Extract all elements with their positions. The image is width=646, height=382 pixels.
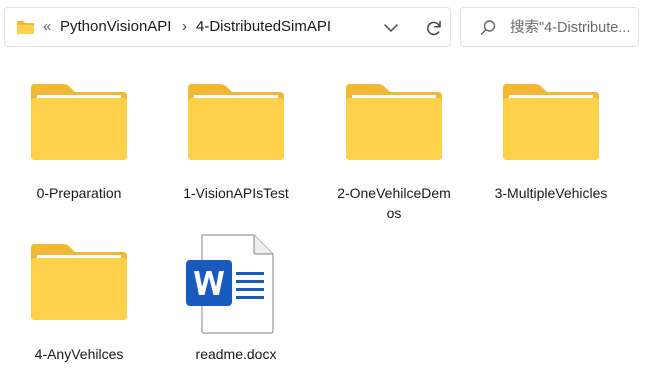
search-input[interactable]: 搜索"4-Distribute... — [510, 18, 638, 38]
item-label: 1-VisionAPIsTest — [183, 185, 289, 201]
search-icon — [480, 20, 496, 35]
folder-icon — [17, 21, 34, 34]
file-item-readme-docx[interactable]: readme.docx — [171, 232, 301, 372]
item-label: 4-AnyVehilces — [34, 346, 124, 362]
folder-item-4-anyvehilces[interactable]: 4-AnyVehilces — [14, 242, 144, 382]
folder-icon — [31, 244, 127, 320]
folder-icon — [31, 84, 127, 160]
chevron-down-icon[interactable] — [381, 19, 401, 37]
breadcrumb-separator[interactable]: › — [182, 17, 187, 37]
breadcrumb-item-pythonvisionapi[interactable]: PythonVisionAPI — [60, 17, 171, 37]
breadcrumb-overflow-button[interactable]: « — [43, 18, 51, 36]
folder-item-1-visionapistest[interactable]: 1-VisionAPIsTest — [171, 82, 301, 222]
search-box[interactable]: 搜索"4-Distribute... — [460, 7, 639, 47]
address-bar[interactable]: « PythonVisionAPI › 4-DistributedSimAPI — [4, 7, 451, 47]
word-document-icon — [186, 234, 274, 334]
item-label: 3-MultipleVehicles — [494, 185, 608, 201]
folder-item-2-onevehilcedemos[interactable]: 2-OneVehilceDemos — [329, 82, 459, 222]
item-label: 0-Preparation — [36, 185, 122, 201]
refresh-icon[interactable] — [424, 18, 444, 38]
item-label: readme.docx — [195, 346, 277, 362]
folder-item-0-preparation[interactable]: 0-Preparation — [14, 82, 144, 222]
folder-icon — [503, 84, 599, 160]
folder-icon — [188, 84, 284, 160]
folder-icon — [346, 84, 442, 160]
breadcrumb-item-distributedsimapi[interactable]: 4-DistributedSimAPI — [196, 17, 331, 37]
folder-item-3-multiplevehicles[interactable]: 3-MultipleVehicles — [486, 82, 616, 222]
item-label: 2-OneVehilceDemos — [337, 185, 451, 221]
